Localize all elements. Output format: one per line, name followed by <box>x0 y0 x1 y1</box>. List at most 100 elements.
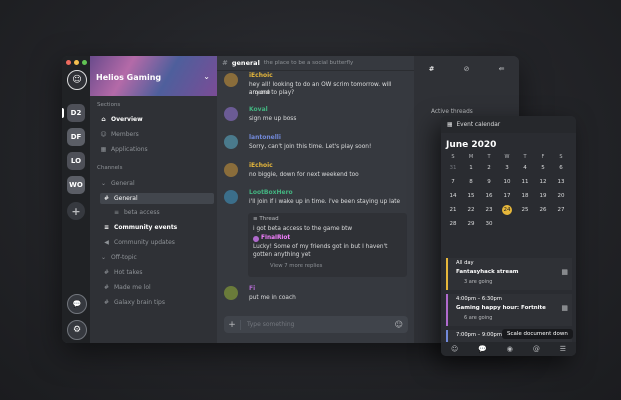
chat-icon[interactable]: 💬 <box>67 294 87 314</box>
chat-main: # general the place to be a social butte… <box>217 56 414 343</box>
reply-author[interactable]: FinalRiot <box>261 235 290 241</box>
message-text: Sorry, can't join this time. Let's play … <box>249 144 372 150</box>
emoji-icon[interactable]: ☺ <box>395 320 403 329</box>
calendar-day[interactable]: 6 <box>554 165 568 171</box>
sidebar-item-overview[interactable]: ⌂ Overview <box>97 114 214 125</box>
calendar-day[interactable]: 12 <box>536 179 550 185</box>
channel-item-community-events[interactable]: ≡ Community events <box>100 222 214 233</box>
calendar-day[interactable]: 4 <box>518 165 532 171</box>
message-author[interactable]: Koval <box>249 106 268 113</box>
minimize-dot[interactable] <box>74 60 79 65</box>
avatar[interactable] <box>224 163 238 177</box>
calendar-day[interactable]: 19 <box>536 193 550 199</box>
channel-item-community-updates[interactable]: ◀ Community updates <box>100 237 214 248</box>
thread-preview[interactable]: ≡ Thread i got beta access to the game b… <box>248 213 407 277</box>
zoom-dot[interactable] <box>82 60 87 65</box>
message-author[interactable]: lantonelli <box>249 134 281 141</box>
tab-menu-icon[interactable]: ☰ <box>560 345 566 353</box>
calendar-day[interactable]: 17 <box>500 193 514 199</box>
calendar-day[interactable]: 1 <box>464 165 478 171</box>
message-author[interactable]: iEchoic <box>249 72 273 79</box>
settings-icon[interactable]: ⚙ <box>67 320 87 340</box>
guild-banner[interactable]: Helios Gaming ⌄ <box>90 56 217 96</box>
message-text: sign me up boss <box>249 116 297 122</box>
calendar-day[interactable]: 29 <box>464 221 478 227</box>
server-icon-wo[interactable]: WO <box>67 176 85 194</box>
calendar-day[interactable]: 2 <box>482 165 496 171</box>
weekday-label: T <box>523 154 527 160</box>
calendar-day[interactable]: 31 <box>446 165 460 171</box>
calendar-day[interactable]: 18 <box>518 193 532 199</box>
calendar-day[interactable]: 7 <box>446 179 460 185</box>
active-threads-title: Active threads <box>431 109 473 115</box>
chevron-down-icon[interactable]: ⌄ <box>203 72 210 81</box>
message-composer[interactable]: + Type something ☺ <box>224 316 408 333</box>
calendar-day[interactable]: 13 <box>554 179 568 185</box>
calendar-day[interactable]: 25 <box>518 207 532 213</box>
calendar-day[interactable]: 30 <box>482 221 496 227</box>
message-input[interactable]: Type something <box>247 321 294 328</box>
sidebar-item-applications[interactable]: ▦ Applications <box>97 144 214 155</box>
calendar-day[interactable]: 21 <box>446 207 460 213</box>
calendar-day[interactable]: 14 <box>446 193 460 199</box>
avatar[interactable] <box>224 135 238 149</box>
calendar-day[interactable]: 10 <box>500 179 514 185</box>
calendar-day[interactable]: 3 <box>500 165 514 171</box>
category-offtopic[interactable]: ⌄ Off-topic <box>97 252 214 263</box>
calendar-day[interactable]: 9 <box>482 179 496 185</box>
calendar-day[interactable]: 27 <box>554 207 568 213</box>
calendar-day[interactable]: 23 <box>482 207 496 213</box>
tab-channels-icon[interactable]: # <box>429 65 435 73</box>
calendar-day[interactable]: 11 <box>518 179 532 185</box>
message-author[interactable]: Fi <box>249 285 255 292</box>
calendar-day[interactable]: 22 <box>464 207 478 213</box>
home-icon[interactable]: ☺ <box>67 70 87 90</box>
calendar-header: ▦ Event calendar <box>441 116 576 133</box>
calendar-day[interactable]: 5 <box>536 165 550 171</box>
calendar-day[interactable]: 20 <box>554 193 568 199</box>
tab-links-icon[interactable]: ⊘ <box>464 65 470 73</box>
calendar-month: June 2020 <box>446 140 497 150</box>
sidebar-item-members[interactable]: ☺ Members <box>97 129 214 140</box>
avatar[interactable] <box>224 190 238 204</box>
weekday-label: T <box>487 154 491 160</box>
add-attachment-icon[interactable]: + <box>224 319 241 330</box>
channel-item-hot-takes[interactable]: # Hot takes <box>100 267 214 278</box>
message: iEchoic hey all! looking to do an OW scr… <box>224 72 408 98</box>
server-icon-df[interactable]: DF <box>67 128 85 146</box>
server-icon-lo[interactable]: LO <box>67 152 85 170</box>
calendar-add-icon[interactable]: ▦ <box>561 304 568 312</box>
message-text: no biggie, down for next weekend too <box>249 172 359 178</box>
message-author[interactable]: LootBoxHero <box>249 189 293 196</box>
tab-globe-icon[interactable]: ◉ <box>507 345 513 353</box>
add-server-button[interactable]: + <box>67 202 85 220</box>
calendar-event[interactable]: All day Fantasyhack stream 3 are going ▦ <box>446 258 572 290</box>
close-dot[interactable] <box>66 60 71 65</box>
channel-item-made-me-lol[interactable]: # Made me lol <box>100 282 214 293</box>
message-author[interactable]: iEchoic <box>249 162 273 169</box>
calendar-day[interactable]: 16 <box>482 193 496 199</box>
calendar-day[interactable]: 26 <box>536 207 550 213</box>
calendar-event[interactable]: 4:00pm – 6:30pm Gaming happy hour: Fortni… <box>446 294 572 326</box>
category-general[interactable]: ⌄ General <box>97 178 214 189</box>
calendar-day[interactable]: 28 <box>446 221 460 227</box>
channel-item-beta-access[interactable]: ≡ beta access <box>110 207 214 218</box>
server-icon-d2[interactable]: D2 <box>67 104 85 122</box>
tab-chat-icon[interactable]: 💬 <box>478 345 487 353</box>
thread-icon: ≡ <box>113 209 120 216</box>
avatar[interactable] <box>224 73 238 87</box>
calendar-day[interactable]: 15 <box>464 193 478 199</box>
message-text: i'll join if i wake up in time. i've bee… <box>249 199 401 205</box>
calendar-day[interactable]: 24 <box>502 205 512 215</box>
view-more-replies-link[interactable]: View 7 more replies <box>270 263 322 269</box>
avatar[interactable] <box>224 286 238 300</box>
avatar[interactable] <box>224 107 238 121</box>
tab-mention-icon[interactable]: @ <box>533 345 540 353</box>
channel-item-galaxy-brain-tips[interactable]: # Galaxy brain tips <box>100 297 214 308</box>
tab-collapse-icon[interactable]: ⇚ <box>499 65 505 73</box>
channel-item-general[interactable]: # General <box>100 193 214 204</box>
calendar-add-icon[interactable]: ▦ <box>561 268 568 276</box>
calendar-day[interactable]: 8 <box>464 179 478 185</box>
tab-people-icon[interactable]: ☺ <box>451 345 458 353</box>
sidebar-item-label: Applications <box>111 146 148 153</box>
